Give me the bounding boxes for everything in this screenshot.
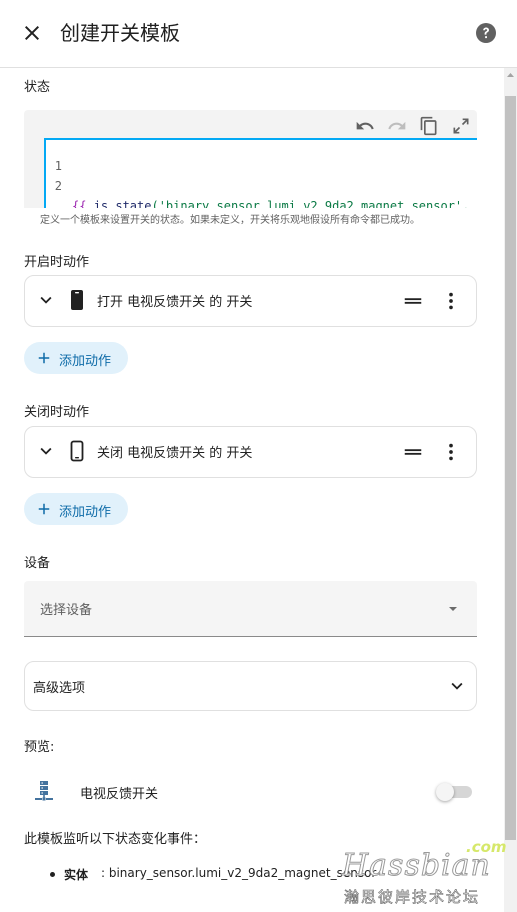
turn-on-label: 开启时动作 <box>24 255 90 270</box>
code-token: is_state <box>93 199 152 208</box>
copy-icon[interactable] <box>419 116 439 136</box>
add-action-label: 添加动作 <box>59 354 112 369</box>
bullet-dot <box>50 872 55 877</box>
watermark-brand: Hassbian <box>342 848 491 884</box>
watermark-logo: .com Hassbian 瀚思彼岸技术论坛 <box>340 838 507 908</box>
dots-vertical-icon[interactable] <box>440 290 462 312</box>
fullscreen-icon[interactable] <box>451 116 471 136</box>
server-network-icon <box>35 781 53 801</box>
chevron-down-icon[interactable] <box>35 289 57 311</box>
line-numbers: 1 2 <box>50 156 62 196</box>
template-code-editor[interactable]: 1 2 {{ is_state('binary_sensor.lumi_v2_9… <box>24 110 477 208</box>
dots-vertical-icon[interactable] <box>440 441 462 463</box>
entity-value: : binary_sensor.lumi_v2_9da2_magnet_sens… <box>101 866 377 880</box>
add-turn-off-action-button[interactable]: 添加动作 <box>24 493 128 525</box>
code-text[interactable]: {{ is_state('binary_sensor.lumi_v2_9da2_… <box>72 156 477 208</box>
preview-label: 预览: <box>24 740 55 755</box>
redo-icon[interactable] <box>387 116 407 136</box>
scrollbar-thumb[interactable] <box>505 96 516 840</box>
action-label: 打开 电视反馈开关 的 开关 <box>97 295 253 310</box>
dropdown-arrow-icon <box>449 607 457 611</box>
code-area[interactable]: 1 2 {{ is_state('binary_sensor.lumi_v2_9… <box>44 138 477 208</box>
device-select[interactable]: 选择设备 <box>24 581 477 637</box>
dialog-header: 创建开关模板 <box>0 0 517 68</box>
code-line-1: {{ is_state('binary_sensor.lumi_v2_9da2_… <box>72 196 477 208</box>
preview-entity-name: 电视反馈开关 <box>80 787 159 802</box>
line-number: 1 <box>54 159 62 173</box>
action-label: 关闭 电视反馈开关 的 开关 <box>97 446 253 461</box>
turn-on-action-card[interactable]: 打开 电视反馈开关 的 开关 <box>24 275 477 327</box>
chevron-down-icon[interactable] <box>35 440 57 462</box>
plus-icon <box>38 503 50 515</box>
scroll-up-arrow-icon[interactable] <box>504 68 517 83</box>
entity-key: 实体 <box>64 868 89 882</box>
advanced-options-label: 高级选项 <box>33 681 86 696</box>
cellphone-icon <box>70 440 84 462</box>
preview-toggle-switch[interactable] <box>436 783 474 801</box>
close-icon[interactable] <box>20 21 44 45</box>
device-select-placeholder: 选择设备 <box>40 603 93 618</box>
add-turn-on-action-button[interactable]: 添加动作 <box>24 342 128 374</box>
chevron-down-icon[interactable] <box>446 675 468 697</box>
device-label: 设备 <box>24 556 51 571</box>
state-helper-text: 定义一个模板来设置开关的状态。如果未定义，开关将乐观地假设所有命令都已成功。 <box>40 215 420 226</box>
help-circle-icon[interactable] <box>474 21 498 45</box>
drag-handle-icon[interactable] <box>402 441 424 463</box>
watermark-cn: 瀚思彼岸技术论坛 <box>344 888 481 907</box>
add-action-label: 添加动作 <box>59 505 112 520</box>
line-number: 2 <box>54 179 62 193</box>
undo-icon[interactable] <box>355 116 375 136</box>
listen-events-label: 此模板监听以下状态变化事件： <box>24 832 207 847</box>
code-token: ('binary_sensor.lumi_v2_9da2_magnet_sens… <box>151 199 477 208</box>
cellphone-icon <box>71 290 83 310</box>
toggle-knob <box>436 783 454 801</box>
dialog-title: 创建开关模板 <box>60 21 180 45</box>
code-token: {{ <box>72 199 94 208</box>
turn-off-action-card[interactable]: 关闭 电视反馈开关 的 开关 <box>24 426 477 478</box>
state-label: 状态 <box>24 80 51 95</box>
drag-handle-icon[interactable] <box>402 290 424 312</box>
advanced-options-expander[interactable]: 高级选项 <box>24 661 477 711</box>
turn-off-label: 关闭时动作 <box>24 405 90 420</box>
plus-icon <box>38 352 50 364</box>
